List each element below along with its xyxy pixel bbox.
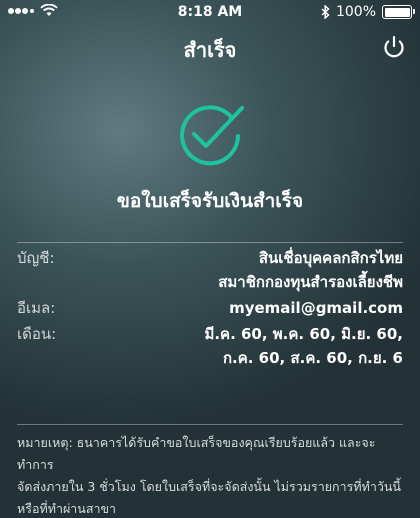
power-icon[interactable] [382,35,406,59]
battery-percent: 100% [335,4,376,20]
month-value: มี.ค. 60, พ.ค. 60, มิ.ย. 60, ก.ค. 60, ส.… [204,322,403,370]
month-row: เดือน: มี.ค. 60, พ.ค. 60, มิ.ย. 60, ก.ค.… [17,322,403,372]
battery-level [384,7,410,17]
account-label: บัญชี: [17,249,55,267]
email-row: อีเมล: myemail@gmail.com [17,296,403,320]
month-line-2: ก.ค. 60, ส.ค. 60, ก.ย. 6 [222,349,403,367]
account-value: สินเชื่อบุคคลกสิกรไทย สมาชิกกองทุนสำรองเ… [218,246,403,294]
status-bar: 8:18 AM 100% [0,0,420,24]
note-line-2: จัดส่งภายใน 3 ชั่วโมง โดยใบเสร็จที่จะจัด… [17,479,401,494]
battery-icon [382,5,415,19]
note-line-3: หรือที่ทำผ่านสาขา [17,501,117,516]
account-line-2: สมาชิกกองทุนสำรองเลี้ยงชีพ [218,273,403,291]
bluetooth-icon [321,5,330,19]
account-line-1: สินเชื่อบุคคลกสิกรไทย [258,249,403,267]
email-label: อีเมล: [17,299,56,317]
email-value: myemail@gmail.com [229,299,403,317]
month-line-1: มี.ค. 60, พ.ค. 60, มิ.ย. 60, [204,325,403,343]
success-message: ขอใบเสร็จรับเงินสำเร็จ [116,190,304,212]
divider-bottom [17,424,403,425]
month-label: เดือน: [17,325,57,343]
check-circle-icon [180,105,244,166]
account-row: บัญชี: สินเชื่อบุคคลกสิกรไทย สมาชิกกองทุ… [17,246,403,296]
status-right: 100% [321,4,415,20]
note-text: หมายเหตุ: ธนาคารได้รับคำขอใบเสร็จของคุณเ… [17,432,407,518]
page-title: สำเร็จ [183,38,237,62]
note-line-1: หมายเหตุ: ธนาคารได้รับคำขอใบเสร็จของคุณเ… [17,435,376,472]
divider-top [17,242,403,243]
